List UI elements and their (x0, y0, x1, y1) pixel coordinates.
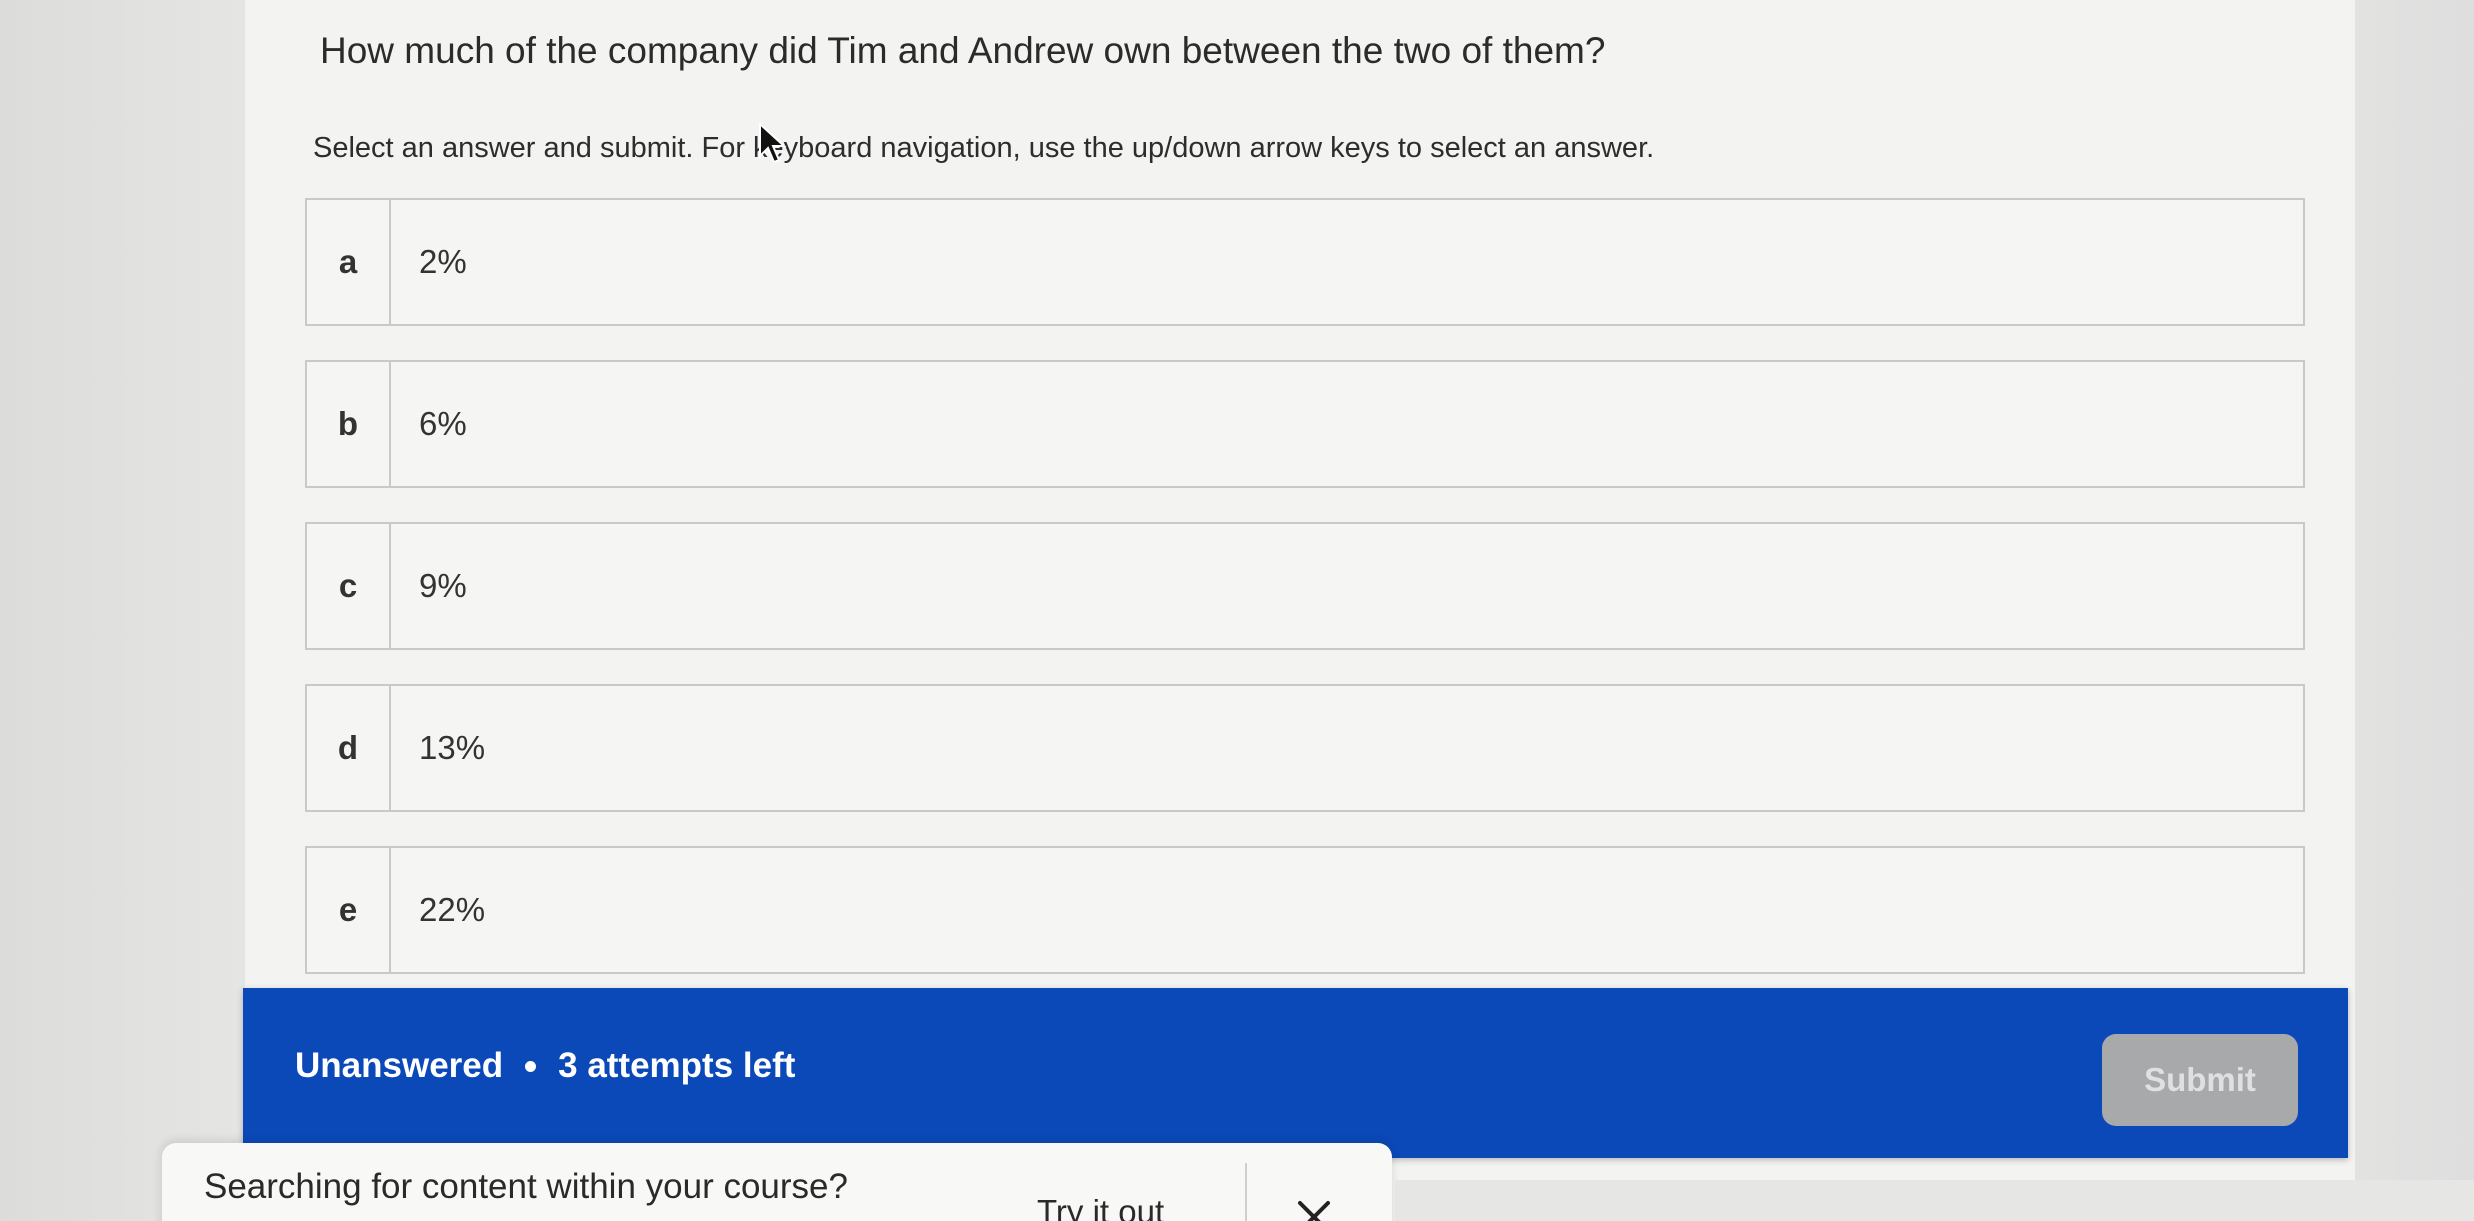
bullet-icon (525, 1060, 537, 1072)
answer-value: 6% (419, 405, 467, 442)
answer-value: 13% (419, 729, 486, 766)
answer-status: Unanswered (295, 1046, 504, 1085)
attempts-left: 3 attempts left (558, 1046, 796, 1085)
answer-option-d[interactable]: d 13% (305, 684, 2305, 812)
answer-option-c[interactable]: c 9% (305, 522, 2305, 650)
page-footer-edge (1395, 1180, 2474, 1221)
screen: How much of the company did Tim and Andr… (0, 0, 2474, 1221)
answer-option-e[interactable]: e 22% (305, 846, 2305, 974)
answer-option-a[interactable]: a 2% (305, 198, 2305, 326)
status-bar: Unanswered 3 attempts left Submit (243, 988, 2348, 1158)
answer-letter: b (307, 362, 391, 486)
question-text: How much of the company did Tim and Andr… (320, 30, 1606, 71)
answer-value: 2% (419, 243, 467, 280)
answer-value: 22% (419, 891, 486, 928)
answer-letter: e (307, 848, 391, 972)
popup-divider (1245, 1163, 1247, 1221)
close-icon[interactable] (1292, 1195, 1336, 1221)
answer-letter: a (307, 200, 391, 324)
search-promo-popup: Searching for content within your course… (162, 1143, 1392, 1221)
try-it-out-link[interactable]: Try it out (1037, 1193, 1164, 1221)
answer-letter: c (307, 524, 391, 648)
answer-option-b[interactable]: b 6% (305, 360, 2305, 488)
search-promo-text: Searching for content within your course… (204, 1167, 848, 1206)
instructions-text: Select an answer and submit. For keyboar… (313, 132, 1655, 164)
submit-button[interactable]: Submit (2102, 1034, 2298, 1126)
status-summary: Unanswered 3 attempts left (295, 1046, 795, 1086)
answer-value: 9% (419, 567, 467, 604)
answer-letter: d (307, 686, 391, 810)
answer-list: a 2% b 6% c 9% d 13% e 22% (305, 198, 2305, 1008)
